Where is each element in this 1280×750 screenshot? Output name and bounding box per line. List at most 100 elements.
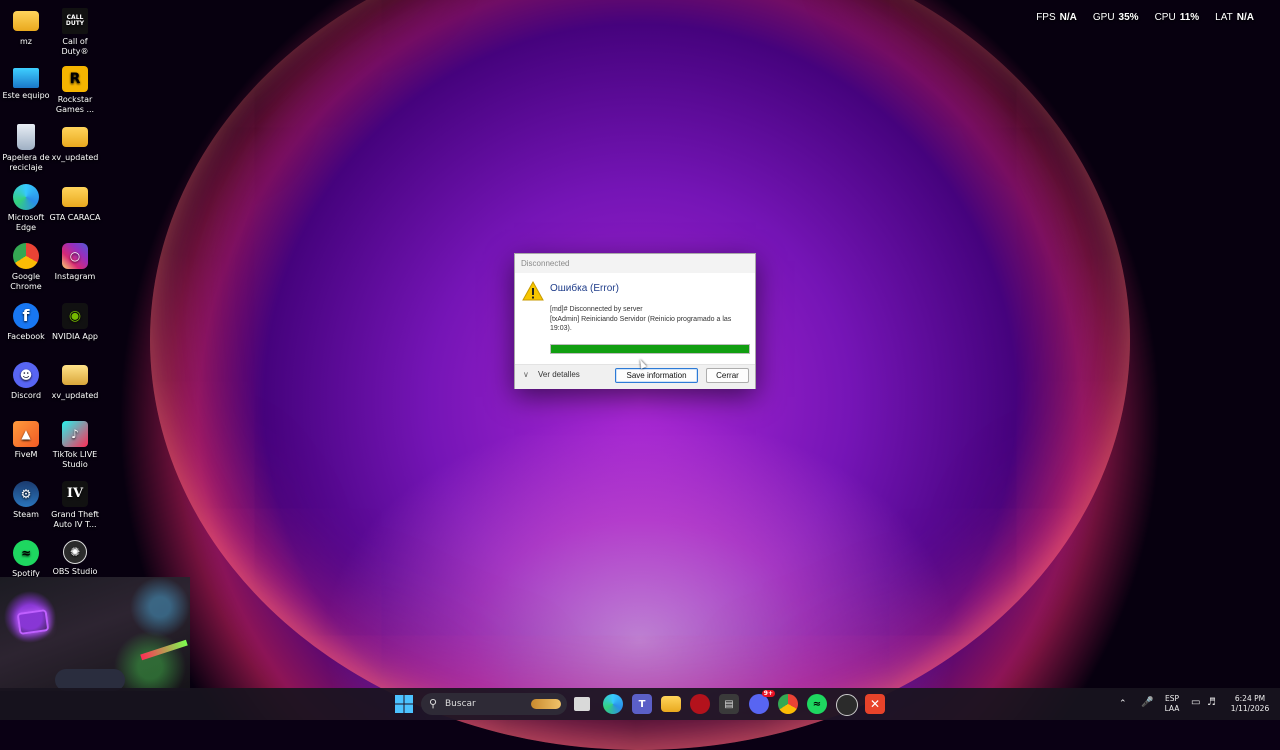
desktop-icon-label: Rockstar Games ... <box>55 95 95 114</box>
desktop-icon-nvidia[interactable]: ◉ NVIDIA App <box>49 303 101 342</box>
desktop-icon-steam[interactable]: ⚙ Steam <box>0 481 52 520</box>
dialog-message: [md]# Disconnected by server [txAdmin] R… <box>550 305 750 334</box>
desktop-icon-spotify[interactable]: ≈ Spotify <box>0 540 52 579</box>
spotify-icon: ≈ <box>13 540 39 566</box>
cpu-stat: CPU 11% <box>1155 12 1200 23</box>
desktop-icon-tiktok[interactable]: ♪ TikTok LIVE Studio <box>49 421 101 470</box>
chrome-taskbar-icon[interactable] <box>778 694 798 714</box>
fps-label: FPS <box>1036 12 1056 23</box>
game-app-icon[interactable] <box>690 694 710 714</box>
desktop-icon-call-of-duty[interactable]: CALL DUTY Call of Duty® <box>49 8 101 57</box>
neon-sign <box>16 609 50 635</box>
edge-icon <box>13 184 39 210</box>
microphone-icon[interactable]: 🎤 <box>1141 698 1153 708</box>
monitor-icon[interactable]: ▭ <box>1191 698 1200 708</box>
gpu-label: GPU <box>1092 12 1115 23</box>
fivem-taskbar-icon[interactable]: ✕ <box>865 694 885 714</box>
desktop-icon-discord[interactable]: ☻ Discord <box>0 362 52 401</box>
desktop-icon-xv-updated[interactable]: xv_updated <box>49 124 101 163</box>
teams-icon[interactable]: T <box>632 694 652 714</box>
computer-icon <box>13 68 39 88</box>
desktop-icon-label: Discord <box>10 391 42 400</box>
desktop-icon-rockstar[interactable]: R Rockstar Games ... <box>49 66 101 115</box>
keyboard-layout: LAA <box>1164 704 1180 713</box>
facebook-badge: f <box>22 306 30 325</box>
photos-icon[interactable]: ▤ <box>719 694 739 714</box>
instagram-icon: ○ <box>62 243 88 269</box>
details-toggle[interactable]: ∨ Ver detalles <box>523 370 580 379</box>
desktop-icon-label: OBS Studio <box>52 567 98 576</box>
taskbar: ⚲ Buscar T ▤ 9+ ≈ ✕ ⌃ 🎤 ESP LAA ▭ ♬ 6:24… <box>0 688 1280 720</box>
folder-icon <box>62 127 88 147</box>
nvidia-icon: ◉ <box>62 303 88 329</box>
desktop-icon-label: xv_updated <box>51 153 99 162</box>
dialog-heading: Ошибка (Error) <box>550 283 619 294</box>
performance-overlay: FPS N/A GPU 35% CPU 11% LAT N/A <box>1036 12 1254 23</box>
steam-icon: ⚙ <box>13 481 39 507</box>
lat-stat: LAT N/A <box>1215 12 1254 23</box>
speaker-icon[interactable]: ♬ <box>1207 698 1216 708</box>
save-information-button[interactable]: Save information <box>615 368 698 383</box>
desktop-icon-label: Google Chrome <box>10 272 42 291</box>
recycle-bin-icon <box>17 124 35 150</box>
obs-taskbar-icon[interactable] <box>836 694 858 716</box>
desktop-icon-mz[interactable]: mz <box>0 8 52 47</box>
search-highlight-icon <box>531 699 561 709</box>
desktop-icon-recycle-bin[interactable]: Papelera de reciclaje <box>0 124 52 173</box>
language-indicator[interactable]: ESP LAA <box>1161 694 1183 714</box>
desktop-icon-gta-caraca[interactable]: GTA CARACA <box>49 184 101 223</box>
desktop-icon-facebook[interactable]: f Facebook <box>0 303 52 342</box>
desktop-icon-label: Instagram <box>54 272 96 281</box>
discord-icon: ☻ <box>13 362 39 388</box>
desktop-icon-label: Papelera de reciclaje <box>2 153 50 172</box>
fps-value: N/A <box>1059 12 1077 23</box>
rockstar-icon: R <box>62 66 88 92</box>
desktop-icon-chrome[interactable]: Google Chrome <box>0 243 52 292</box>
details-label: Ver detalles <box>538 370 580 379</box>
chevron-up-icon[interactable]: ⌃ <box>1119 699 1127 709</box>
desktop-icon-obs[interactable]: ✺ OBS Studio <box>49 540 101 577</box>
desktop-icon-label: mz <box>20 37 32 46</box>
folder-icon <box>13 11 39 31</box>
gpu-value: 35% <box>1118 12 1139 23</box>
desktop-icon-label: TikTok LIVE Studio <box>52 450 98 469</box>
desktop-icon-label: Este equipo <box>2 91 50 100</box>
obs-icon: ✺ <box>63 540 87 564</box>
desktop-icon-edge[interactable]: Microsoft Edge <box>0 184 52 233</box>
folder-icon <box>62 187 88 207</box>
facebook-icon: f <box>13 303 39 329</box>
desktop-icon-xv-updated-archive[interactable]: xv_updated <box>49 362 101 401</box>
discord-taskbar-icon[interactable]: 9+ <box>749 690 775 714</box>
language-code: ESP <box>1164 694 1180 703</box>
progress-fill <box>551 345 749 353</box>
desktop-icon-label: FiveM <box>14 450 38 459</box>
dialog-title: Disconnected <box>515 254 755 273</box>
rockstar-badge: R <box>69 71 81 87</box>
search-input[interactable]: ⚲ Buscar <box>421 693 567 715</box>
fps-stat: FPS N/A <box>1036 12 1077 23</box>
dialog-message-line1: [md]# Disconnected by server <box>550 306 643 313</box>
start-button[interactable] <box>394 694 414 714</box>
clock-time: 6:24 PM <box>1234 694 1266 703</box>
task-view-icon[interactable] <box>574 697 590 711</box>
desktop-icon-instagram[interactable]: ○ Instagram <box>49 243 101 282</box>
disconnected-dialog: Disconnected Ошибка (Error) [md]# Discon… <box>514 253 756 389</box>
desktop-icon-label: GTA CARACA <box>49 213 101 222</box>
fivem-icon: ▲ <box>13 421 39 447</box>
file-explorer-icon[interactable] <box>661 696 681 712</box>
edge-taskbar-icon[interactable] <box>603 694 623 714</box>
search-icon: ⚲ <box>429 697 438 710</box>
discord-badge: 9+ <box>761 690 775 697</box>
search-placeholder: Buscar <box>445 699 476 709</box>
dialog-footer: ∨ Ver detalles Save information Cerrar <box>515 364 755 389</box>
lat-value: N/A <box>1236 12 1254 23</box>
desktop-icon-este-equipo[interactable]: Este equipo <box>0 66 52 101</box>
desktop-icon-gta-iv[interactable]: IV Grand Theft Auto IV T... <box>49 481 101 530</box>
desktop-icon-label: NVIDIA App <box>52 332 98 341</box>
clock[interactable]: 6:24 PM 1/11/2026 <box>1226 694 1274 714</box>
spotify-taskbar-icon[interactable]: ≈ <box>807 694 827 714</box>
rgb-strip <box>140 639 188 661</box>
close-button[interactable]: Cerrar <box>706 368 749 383</box>
desktop-icon-label: Grand Theft Auto IV T... <box>51 510 99 529</box>
desktop-icon-fivem[interactable]: ▲ FiveM <box>0 421 52 460</box>
